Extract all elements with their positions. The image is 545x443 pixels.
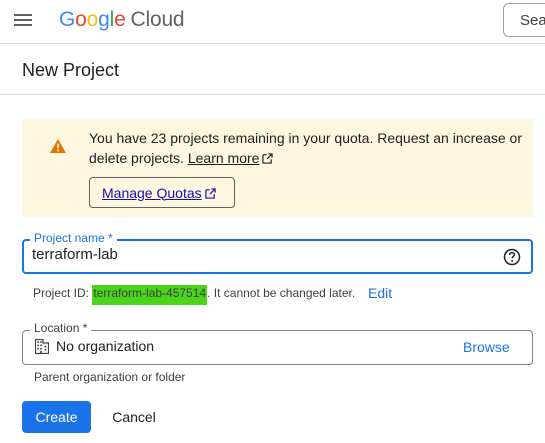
project-id-prefix: Project ID: xyxy=(33,286,93,300)
quota-message: You have 23 projects remaining in your q… xyxy=(89,128,529,168)
external-link-icon xyxy=(262,153,274,164)
top-bar: Google Cloud Sea xyxy=(0,0,545,44)
warning-icon xyxy=(50,139,66,153)
learn-more-link[interactable]: Learn more xyxy=(188,150,274,166)
browse-button[interactable]: Browse xyxy=(463,339,510,355)
hamburger-menu-icon[interactable] xyxy=(14,12,36,30)
project-id-suffix: . It cannot be changed later. xyxy=(207,286,356,300)
location-helper-text: Parent organization or folder xyxy=(34,370,186,384)
google-cloud-logo[interactable]: Google Cloud xyxy=(59,8,185,32)
search-input[interactable]: Sea xyxy=(503,3,545,37)
edit-project-id-link[interactable]: Edit xyxy=(368,285,392,301)
quota-message-text: You have 23 projects remaining in your q… xyxy=(89,130,522,166)
building-icon xyxy=(35,339,49,354)
location-label: Location * xyxy=(30,321,92,335)
project-name-input[interactable]: terraform-lab xyxy=(32,246,118,263)
help-circle-icon[interactable] xyxy=(503,248,521,266)
location-value: No organization xyxy=(56,338,155,354)
create-button[interactable]: Create xyxy=(22,401,91,433)
project-id-value: terraform-lab-457514 xyxy=(92,285,208,305)
cancel-button[interactable]: Cancel xyxy=(100,401,168,433)
project-name-label: Project name * xyxy=(30,231,117,245)
page-title: New Project xyxy=(22,60,120,80)
project-id-row: Project ID: terraform-lab-457514. It can… xyxy=(33,285,356,305)
manage-quotas-button[interactable]: Manage Quotas xyxy=(89,177,235,208)
quota-warning-banner: You have 23 projects remaining in your q… xyxy=(22,119,533,217)
external-link-icon xyxy=(204,187,216,199)
divider xyxy=(0,94,545,95)
